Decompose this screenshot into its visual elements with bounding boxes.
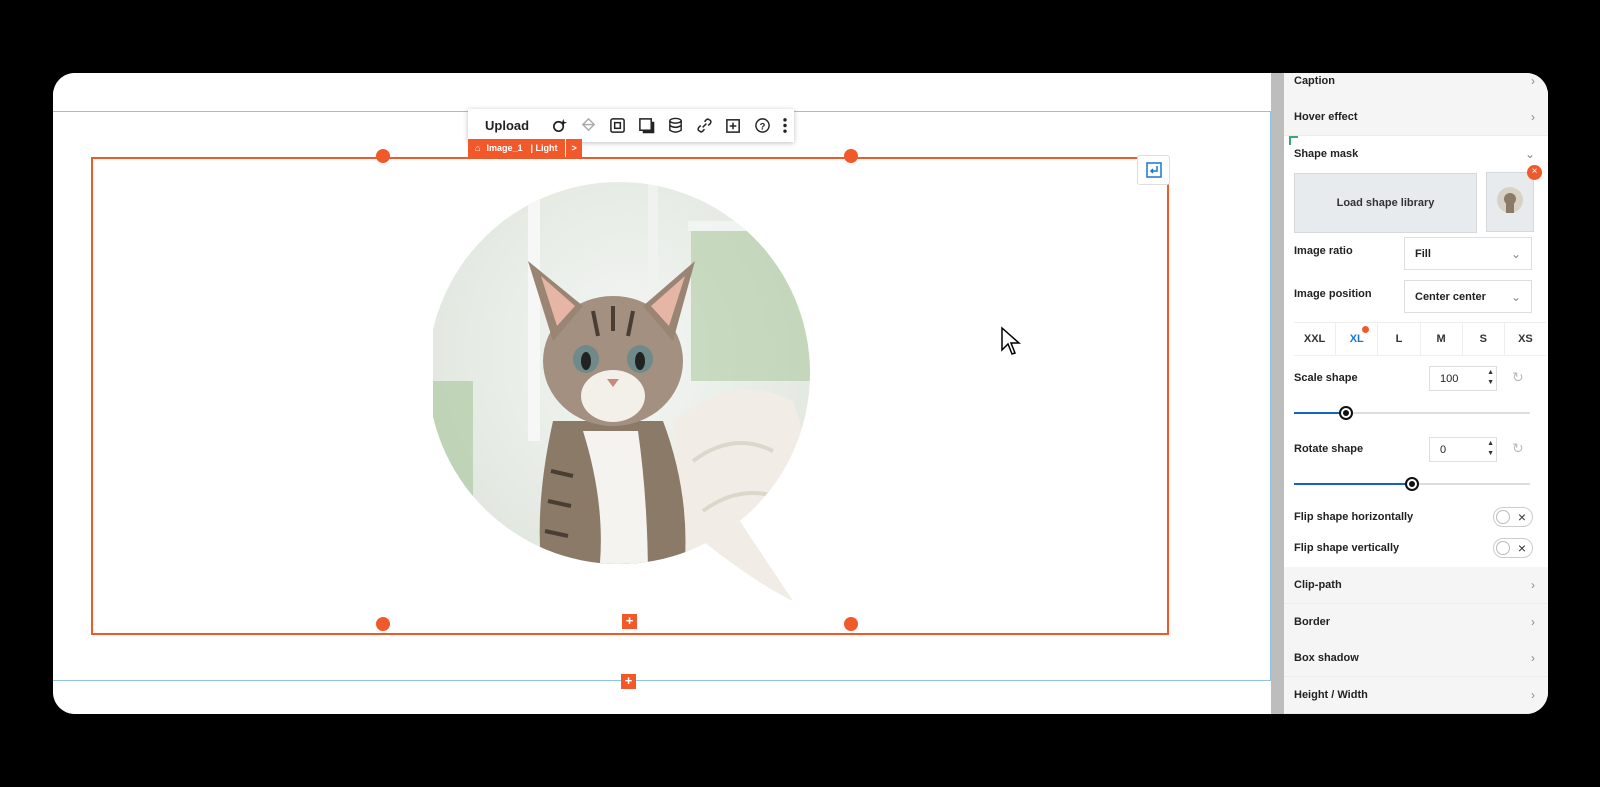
chevron-down-icon: ⌄ <box>1510 246 1521 261</box>
insert-icon <box>1145 162 1162 178</box>
slider-knob[interactable] <box>1405 477 1419 491</box>
rotate-shape-slider[interactable] <box>1294 477 1530 491</box>
flip-vertical-toggle[interactable]: × <box>1493 538 1533 558</box>
flip-vertical-label: Flip shape vertically <box>1294 542 1400 554</box>
flip-horizontal-label: Flip shape horizontally <box>1294 511 1414 523</box>
box-shadow-label: Box shadow <box>1294 652 1359 664</box>
scale-shape-value: 100 <box>1440 372 1459 385</box>
chevron-right-icon: › <box>1531 110 1535 124</box>
height-width-section[interactable]: Height / Width › <box>1284 677 1548 714</box>
breakpoint-xs[interactable]: XS <box>1505 323 1546 355</box>
add-section-button[interactable]: + <box>621 674 636 689</box>
resize-handle-bottom-right[interactable] <box>844 617 858 631</box>
link-icon[interactable] <box>690 109 719 142</box>
reset-icon[interactable]: ↻ <box>1512 369 1524 386</box>
border-label: Border <box>1294 616 1331 628</box>
breakpoint-xl[interactable]: XL <box>1336 323 1379 355</box>
clip-path-label: Clip-path <box>1294 579 1342 591</box>
editor-window: + + Upload ? ⌂ Image_1 | Light > Caption… <box>53 73 1548 714</box>
more-vertical-icon[interactable] <box>777 109 793 142</box>
frame-icon[interactable] <box>603 109 632 142</box>
stepper-arrows-icon[interactable]: ▲ ▼ <box>1487 439 1494 459</box>
image-position-label: Image position <box>1294 288 1372 300</box>
scale-shape-label: Scale shape <box>1294 372 1358 384</box>
slider-knob[interactable] <box>1339 406 1353 420</box>
remove-shape-icon[interactable]: × <box>1527 165 1542 180</box>
modified-indicator <box>1362 326 1370 333</box>
reset-icon[interactable]: ↻ <box>1512 440 1524 457</box>
box-shadow-section[interactable]: Box shadow › <box>1284 640 1548 677</box>
insert-below-button[interactable] <box>1137 155 1170 185</box>
image-ratio-value: Fill <box>1415 247 1431 260</box>
breakpoint-xxl[interactable]: XXL <box>1294 323 1337 355</box>
toggle-knob <box>1496 541 1510 555</box>
breakpoint-xl-label: XL <box>1349 333 1364 345</box>
breakpoint-tabs: XXL XL L M S XS <box>1294 322 1546 356</box>
magic-wand-icon[interactable] <box>545 109 574 142</box>
canvas-scrollbar[interactable] <box>1271 73 1284 714</box>
layers-icon[interactable] <box>574 109 603 142</box>
shadow-icon[interactable] <box>632 109 661 142</box>
upload-button[interactable]: Upload <box>468 118 545 133</box>
settings-panel: Caption › Hover effect › Shape mask ⌄ Lo… <box>1284 73 1548 714</box>
border-section[interactable]: Border › <box>1284 604 1548 641</box>
image-position-value: Center center <box>1415 290 1486 303</box>
stepper-arrows-icon[interactable]: ▲ ▼ <box>1487 368 1494 388</box>
element-name: Image_1 <box>486 143 523 153</box>
add-element-button[interactable]: + <box>622 614 637 629</box>
rotate-shape-input[interactable]: 0 ▲ ▼ <box>1429 437 1497 462</box>
breakpoint-s[interactable]: S <box>1463 323 1505 355</box>
breakpoint-m[interactable]: M <box>1421 323 1463 355</box>
rotate-shape-value: 0 <box>1440 443 1447 456</box>
image-ratio-select[interactable]: Fill ⌄ <box>1404 237 1532 270</box>
slider-fill <box>1294 483 1412 485</box>
shape-mask-section[interactable]: Shape mask ⌄ <box>1284 135 1548 172</box>
load-shape-library-button[interactable]: Load shape library <box>1294 173 1477 233</box>
add-box-icon[interactable] <box>719 109 748 142</box>
shape-thumbnail[interactable] <box>1486 172 1534 232</box>
chevron-right-icon: › <box>1531 688 1535 702</box>
image-toolbar: Upload ? <box>468 109 794 142</box>
image-ratio-label: Image ratio <box>1294 245 1353 257</box>
rotate-shape-label: Rotate shape <box>1294 443 1364 455</box>
hover-effect-section[interactable]: Hover effect › <box>1284 99 1548 136</box>
shape-mask-label: Shape mask <box>1294 147 1359 160</box>
masked-cat-image[interactable] <box>433 181 823 611</box>
breakpoint-l[interactable]: L <box>1378 323 1421 355</box>
close-icon: × <box>1517 540 1526 556</box>
chevron-right-icon: › <box>1531 578 1535 592</box>
mouse-cursor-icon <box>1000 326 1022 361</box>
element-state: | Light <box>530 143 558 153</box>
toggle-knob <box>1496 510 1510 524</box>
chevron-right-icon: › <box>1531 74 1535 88</box>
resize-handle-bottom-left[interactable] <box>376 617 390 631</box>
caption-section[interactable]: Caption › <box>1284 73 1548 100</box>
caption-label: Caption <box>1294 75 1335 87</box>
scale-shape-input[interactable]: 100 ▲ ▼ <box>1429 366 1497 391</box>
design-canvas[interactable]: + + Upload ? ⌂ Image_1 | Light > <box>53 73 1271 714</box>
close-icon: × <box>1517 509 1526 525</box>
resize-handle-top-left[interactable] <box>376 149 390 163</box>
element-name-tag[interactable]: ⌂ Image_1 | Light > <box>468 139 582 157</box>
clip-path-section[interactable]: Clip-path › <box>1284 567 1548 604</box>
hover-effect-label: Hover effect <box>1294 111 1358 123</box>
help-icon[interactable]: ? <box>748 109 777 142</box>
chevron-right-icon: › <box>1531 615 1535 629</box>
flip-horizontal-toggle[interactable]: × <box>1493 507 1533 527</box>
chevron-down-icon: ⌄ <box>1524 146 1535 161</box>
svg-text:?: ? <box>760 121 766 132</box>
chevron-down-icon: ⌄ <box>1510 289 1521 304</box>
height-width-label: Height / Width <box>1294 689 1368 701</box>
image-position-select[interactable]: Center center ⌄ <box>1404 280 1532 313</box>
scale-shape-slider[interactable] <box>1294 406 1530 420</box>
resize-handle-top-right[interactable] <box>844 149 858 163</box>
element-tag-arrow[interactable]: > <box>565 139 581 157</box>
lock-icon: ⌂ <box>475 143 481 153</box>
database-icon[interactable] <box>661 109 690 142</box>
chevron-right-icon: › <box>1531 651 1535 665</box>
